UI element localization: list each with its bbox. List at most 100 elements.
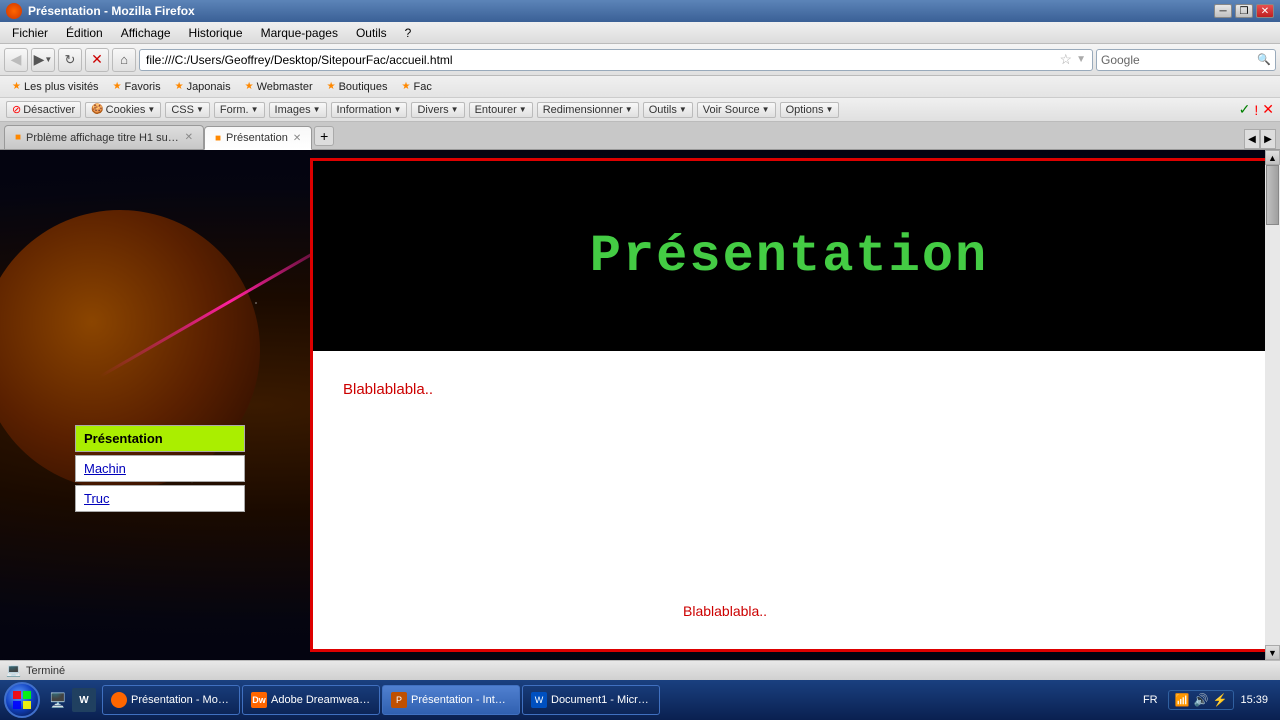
tab-bar-right: ◀ ▶ bbox=[1244, 129, 1276, 149]
reload-button[interactable]: ↻ bbox=[58, 48, 82, 72]
dev-divers-label: Divers bbox=[417, 104, 448, 116]
bookmark-favoris[interactable]: ★ Favoris bbox=[107, 80, 167, 94]
close-button[interactable]: ✕ bbox=[1256, 4, 1274, 18]
bookmark-visites-label: Les plus visités bbox=[24, 81, 99, 93]
menu-historique[interactable]: Historique bbox=[181, 24, 251, 42]
menu-fichier[interactable]: Fichier bbox=[4, 24, 56, 42]
bookmark-webmaster-icon: ★ bbox=[245, 81, 254, 92]
title-bar-left: Présentation - Mozilla Firefox bbox=[6, 3, 195, 19]
bookmark-japonais-label: Japonais bbox=[187, 81, 231, 93]
menu-outils[interactable]: Outils bbox=[348, 24, 395, 42]
browser-window: Présentation - Mozilla Firefox ─ ❒ ✕ Fic… bbox=[0, 0, 1280, 720]
dev-btn-desactiver[interactable]: ⊘ Désactiver bbox=[6, 101, 81, 118]
stop-circle-icon: ⊘ bbox=[12, 103, 21, 116]
dev-btn-form[interactable]: Form. ▼ bbox=[214, 102, 265, 118]
home-button[interactable]: ⌂ bbox=[112, 48, 136, 72]
nav-truc[interactable]: Truc bbox=[75, 485, 245, 512]
minimize-button[interactable]: ─ bbox=[1214, 4, 1232, 18]
dev-btn-entourer[interactable]: Entourer ▼ bbox=[469, 102, 533, 118]
site-title: Présentation bbox=[590, 227, 988, 286]
voir-source-caret: ▼ bbox=[762, 105, 770, 114]
taskbar-item-dreamweaver[interactable]: Dw Adobe Dreamweave... bbox=[242, 685, 380, 715]
tab1-close-button[interactable]: ✕ bbox=[185, 132, 193, 143]
address-dropdown-icon[interactable]: ▼ bbox=[1076, 54, 1086, 65]
content-area: Blablablabla.. Blablablabla.. bbox=[313, 351, 1265, 649]
bookmark-star-icon[interactable]: ☆ bbox=[1060, 51, 1073, 68]
dev-btn-voir-source[interactable]: Voir Source ▼ bbox=[697, 102, 776, 118]
dev-btn-images[interactable]: Images ▼ bbox=[269, 102, 327, 118]
information-caret: ▼ bbox=[394, 105, 402, 114]
address-text: file:///C:/Users/Geoffrey/Desktop/Sitepo… bbox=[146, 53, 1056, 67]
firefox-icon bbox=[6, 3, 22, 19]
dev-btn-cookies[interactable]: 🍪 Cookies ▼ bbox=[85, 102, 161, 118]
new-tab-button[interactable]: + bbox=[314, 126, 334, 146]
dev-btn-css[interactable]: CSS ▼ bbox=[165, 102, 210, 118]
lang-indicator: FR bbox=[1143, 694, 1158, 706]
bookmark-japonais[interactable]: ★ Japonais bbox=[169, 80, 237, 94]
address-bar[interactable]: file:///C:/Users/Geoffrey/Desktop/Sitepo… bbox=[139, 49, 1093, 71]
bookmark-boutiques[interactable]: ★ Boutiques bbox=[321, 80, 394, 94]
dev-form-label: Form. bbox=[220, 104, 249, 116]
stop-button[interactable]: ✕ bbox=[85, 48, 109, 72]
search-icon[interactable]: 🔍 bbox=[1257, 53, 1271, 66]
dev-btn-outils[interactable]: Outils ▼ bbox=[643, 102, 693, 118]
dev-warning-icon: ✕ bbox=[1262, 101, 1274, 118]
back-button[interactable]: ◀ bbox=[4, 48, 28, 72]
bookmarks-bar: ★ Les plus visités ★ Favoris ★ Japonais … bbox=[0, 76, 1280, 98]
tab-scroll-left[interactable]: ◀ bbox=[1244, 129, 1260, 149]
dev-btn-options[interactable]: Options ▼ bbox=[780, 102, 840, 118]
dev-error-icon: ! bbox=[1254, 102, 1258, 118]
menu-marque-pages[interactable]: Marque-pages bbox=[253, 24, 346, 42]
dev-outils-label: Outils bbox=[649, 104, 677, 116]
dev-information-label: Information bbox=[337, 104, 392, 116]
dev-btn-information[interactable]: Information ▼ bbox=[331, 102, 408, 118]
scroll-track[interactable] bbox=[1265, 165, 1280, 645]
taskbar-firefox-icon bbox=[111, 692, 127, 708]
red-border-container: Présentation Blablablabla.. Blablablabla… bbox=[310, 158, 1268, 652]
tab-2[interactable]: ■ Présentation ✕ bbox=[204, 126, 312, 150]
nav-machin[interactable]: Machin bbox=[75, 455, 245, 482]
bookmark-fac-label: Fac bbox=[414, 81, 432, 93]
menu-affichage[interactable]: Affichage bbox=[113, 24, 179, 42]
windows-logo bbox=[12, 690, 32, 710]
forward-button[interactable]: ▶ bbox=[34, 51, 45, 68]
bookmark-boutiques-icon: ★ bbox=[327, 81, 336, 92]
nav-presentation[interactable]: Présentation bbox=[75, 425, 245, 452]
taskbar-item-word[interactable]: W Document1 - Micro... bbox=[522, 685, 660, 715]
volume-icon: 🔊 bbox=[1194, 693, 1209, 707]
clock-time: 15:39 bbox=[1240, 694, 1268, 706]
bookmark-visites[interactable]: ★ Les plus visités bbox=[6, 80, 105, 94]
bookmark-fac[interactable]: ★ Fac bbox=[396, 80, 438, 94]
scroll-thumb[interactable] bbox=[1266, 165, 1279, 225]
menu-help[interactable]: ? bbox=[397, 24, 420, 42]
tab1-label: Prblème affichage titre H1 sur IE - A... bbox=[26, 132, 180, 144]
dev-images-label: Images bbox=[275, 104, 311, 116]
scroll-down-button[interactable]: ▼ bbox=[1265, 645, 1280, 660]
dev-toolbar: ⊘ Désactiver 🍪 Cookies ▼ CSS ▼ Form. ▼ I… bbox=[0, 98, 1280, 122]
start-button[interactable] bbox=[4, 682, 40, 718]
nav-bar: ◀ ▶ ▼ ↻ ✕ ⌂ file:///C:/Users/Geoffrey/De… bbox=[0, 44, 1280, 76]
status-text: Terminé bbox=[26, 665, 65, 677]
images-caret: ▼ bbox=[313, 105, 321, 114]
tab2-close-button[interactable]: ✕ bbox=[293, 133, 301, 144]
dev-btn-redimensionner[interactable]: Redimensionner ▼ bbox=[537, 102, 639, 118]
google-logo: Google bbox=[1101, 53, 1140, 67]
taskbar-item-firefox[interactable]: Présentation - Mozil... bbox=[102, 685, 240, 715]
dev-redim-label: Redimensionner bbox=[543, 104, 623, 116]
scroll-up-button[interactable]: ▲ bbox=[1265, 150, 1280, 165]
taskbar-running-items: Présentation - Mozil... Dw Adobe Dreamwe… bbox=[102, 685, 1141, 715]
bookmark-webmaster[interactable]: ★ Webmaster bbox=[239, 80, 319, 94]
taskbar-quick-icon-1[interactable]: 🖥️ bbox=[46, 688, 70, 712]
dev-btn-divers[interactable]: Divers ▼ bbox=[411, 102, 464, 118]
menu-edition[interactable]: Édition bbox=[58, 24, 111, 42]
search-bar[interactable]: Google 🔍 bbox=[1096, 49, 1276, 71]
tab-scroll-right[interactable]: ▶ bbox=[1260, 129, 1276, 149]
taskbar-quick-icon-2[interactable]: W bbox=[72, 688, 96, 712]
taskbar-item-presentation[interactable]: P Présentation - Inter... bbox=[382, 685, 520, 715]
tab-1[interactable]: ■ Prblème affichage titre H1 sur IE - A.… bbox=[4, 125, 204, 149]
taskbar-quick-apps: 🖥️ W bbox=[46, 688, 96, 712]
battery-icon: ⚡ bbox=[1213, 693, 1228, 707]
dev-cookies-label: Cookies bbox=[106, 104, 146, 116]
cookies-caret: ▼ bbox=[147, 105, 155, 114]
restore-button[interactable]: ❒ bbox=[1235, 4, 1253, 18]
